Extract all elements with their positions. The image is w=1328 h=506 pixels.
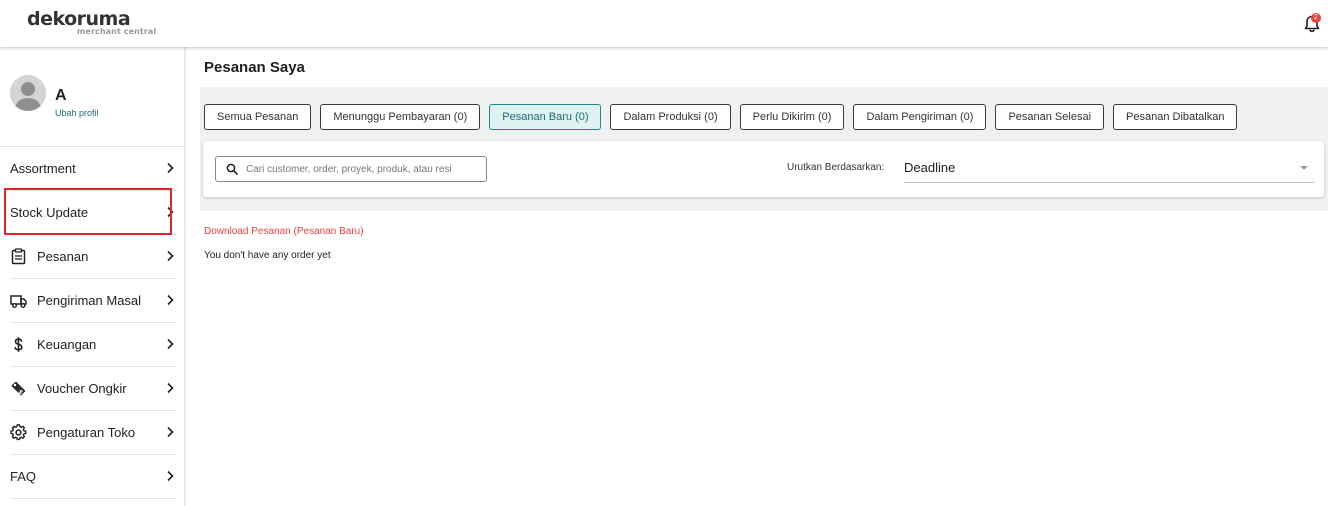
sort-selected-value: Deadline [904, 160, 956, 175]
sidebar-item-stock-update[interactable]: Stock Update [10, 191, 177, 235]
chevron-right-icon [167, 206, 174, 218]
dollar-icon [14, 337, 23, 352]
chevron-right-icon [167, 250, 174, 262]
chevron-right-icon [167, 470, 174, 482]
sidebar-item-label: Stock Update [10, 205, 89, 220]
tab-perlu-dikirim[interactable]: Perlu Dikirim (0) [739, 104, 845, 130]
chevron-right-icon [167, 338, 174, 350]
sidebar-item-voucher-ongkir[interactable]: $ Voucher Ongkir [10, 367, 177, 411]
gear-icon [10, 424, 27, 441]
sidebar-item-assortment[interactable]: Assortment [10, 147, 177, 191]
sidebar-item-label: Keuangan [37, 337, 97, 352]
search-icon [226, 163, 238, 175]
clipboard-icon [11, 248, 26, 265]
search-box[interactable] [215, 156, 487, 182]
user-avatar-icon [10, 75, 46, 111]
chevron-right-icon [167, 382, 174, 394]
notification-badge: 2 [1311, 13, 1321, 23]
tab-pesanan-baru[interactable]: Pesanan Baru (0) [489, 104, 602, 130]
order-status-tabs: Semua Pesanan Menunggu Pembayaran (0) Pe… [204, 104, 1246, 130]
main-content: Pesanan Saya Semua Pesanan Menunggu Pemb… [188, 47, 1328, 506]
truck-icon [10, 295, 27, 308]
sidebar-item-faq[interactable]: FAQ [10, 455, 177, 499]
sidebar-menu: Assortment Stock Update Pesanan Pengirim… [0, 147, 186, 499]
sidebar-item-pesanan[interactable]: Pesanan [10, 235, 177, 279]
search-sort-card: Urutkan Berdasarkan: Deadline [203, 141, 1324, 197]
page-title: Pesanan Saya [204, 59, 305, 76]
orders-filter-panel: Semua Pesanan Menunggu Pembayaran (0) Pe… [200, 87, 1328, 211]
caret-down-icon [1300, 166, 1308, 170]
tab-pesanan-selesai[interactable]: Pesanan Selesai [995, 104, 1105, 130]
sidebar-item-pengaturan-toko[interactable]: Pengaturan Toko [10, 411, 177, 455]
download-orders-link[interactable]: Download Pesanan (Pesanan Baru) [204, 226, 364, 237]
sort-label: Urutkan Berdasarkan: [787, 162, 885, 173]
profile-name: A [55, 87, 67, 104]
sidebar-item-label: FAQ [10, 469, 37, 484]
tab-dalam-produksi[interactable]: Dalam Produksi (0) [610, 104, 731, 130]
sidebar-item-label: Pengiriman Masal [37, 293, 142, 308]
sidebar-item-pengiriman-masal[interactable]: Pengiriman Masal [10, 279, 177, 323]
chevron-right-icon [167, 162, 174, 174]
tab-menunggu-pembayaran[interactable]: Menunggu Pembayaran (0) [320, 104, 481, 130]
tab-pesanan-dibatalkan[interactable]: Pesanan Dibatalkan [1113, 104, 1238, 130]
edit-profile-link[interactable]: Ubah profil [55, 108, 99, 118]
empty-orders-message: You don't have any order yet [204, 250, 331, 261]
sidebar-item-label: Assortment [10, 161, 76, 176]
search-input[interactable] [246, 160, 482, 178]
tab-semua-pesanan[interactable]: Semua Pesanan [204, 104, 312, 130]
sidebar-item-label: Pesanan [37, 249, 89, 264]
sidebar-item-label: Pengaturan Toko [37, 425, 136, 440]
sidebar: A Ubah profil Assortment Stock Update Pe… [0, 47, 186, 506]
profile-section: A Ubah profil [0, 47, 186, 147]
sidebar-item-label: Voucher Ongkir [37, 381, 127, 396]
dekoruma-logo[interactable]: dekoruma merchant central [27, 8, 156, 36]
logo-text: dekoruma [27, 8, 131, 30]
logo-subtitle: merchant central [77, 27, 157, 36]
chevron-right-icon [167, 294, 174, 306]
voucher-tag-icon: $ [11, 381, 26, 396]
avatar[interactable] [10, 75, 46, 111]
top-bar: dekoruma merchant central 2 [0, 0, 1328, 47]
chevron-right-icon [167, 426, 174, 438]
sort-dropdown[interactable]: Deadline [904, 153, 1314, 183]
tab-dalam-pengiriman[interactable]: Dalam Pengiriman (0) [853, 104, 987, 130]
sidebar-item-keuangan[interactable]: Keuangan [10, 323, 177, 367]
